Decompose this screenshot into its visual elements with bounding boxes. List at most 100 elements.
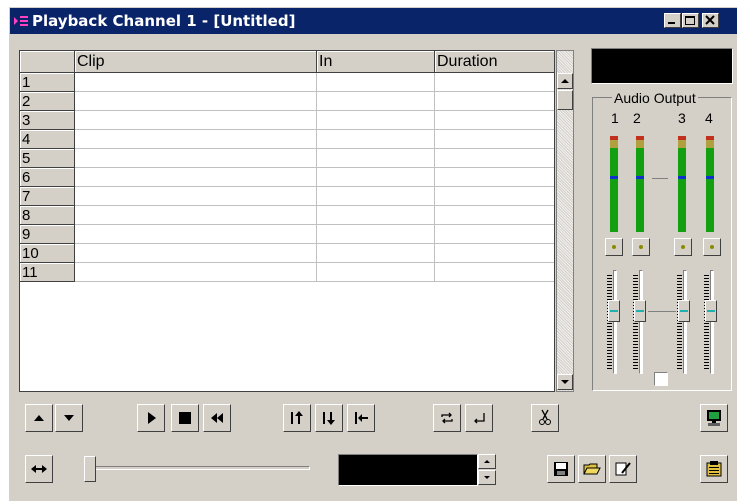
duration-cell[interactable] — [435, 206, 554, 225]
insert-after-button[interactable] — [315, 404, 343, 432]
open-button[interactable] — [578, 455, 606, 483]
clip-cell[interactable] — [75, 111, 317, 130]
clip-cell[interactable] — [75, 130, 317, 149]
duration-cell[interactable] — [435, 263, 554, 282]
duration-cell[interactable] — [435, 130, 554, 149]
clipboard-button[interactable] — [700, 455, 728, 483]
minimize-button[interactable] — [664, 13, 681, 28]
fader-scale-4 — [704, 275, 709, 370]
spin-down-icon — [484, 476, 490, 479]
row-header[interactable]: 10 — [20, 244, 75, 263]
channel-4-mute-button[interactable] — [703, 238, 721, 256]
clip-cell[interactable] — [75, 168, 317, 187]
row-header[interactable]: 2 — [20, 92, 75, 111]
duration-cell[interactable] — [435, 92, 554, 111]
clip-cell[interactable] — [75, 225, 317, 244]
in-cell[interactable] — [317, 73, 435, 92]
in-cell[interactable] — [317, 244, 435, 263]
fader-knob-1[interactable] — [608, 300, 620, 322]
column-header-in[interactable]: In — [317, 51, 435, 73]
duration-cell[interactable] — [435, 225, 554, 244]
column-header-duration[interactable]: Duration — [435, 51, 554, 73]
clip-cell[interactable] — [75, 187, 317, 206]
in-cell[interactable] — [317, 149, 435, 168]
position-slider-track[interactable] — [84, 466, 310, 470]
duration-cell[interactable] — [435, 244, 554, 263]
play-button[interactable] — [137, 404, 165, 432]
edit-button[interactable] — [609, 455, 637, 483]
stop-button[interactable] — [171, 404, 199, 432]
column-header-clip[interactable]: Clip — [75, 51, 317, 73]
in-cell[interactable] — [317, 168, 435, 187]
fader-knob-4[interactable] — [705, 300, 717, 322]
row-header[interactable]: 1 — [20, 73, 75, 92]
duration-cell[interactable] — [435, 73, 554, 92]
clip-cell[interactable] — [75, 244, 317, 263]
channel-1-mute-button[interactable] — [605, 238, 623, 256]
in-cell[interactable] — [317, 187, 435, 206]
arrow-down-icon — [561, 380, 569, 384]
fader-track-4[interactable] — [710, 270, 714, 374]
maximize-button[interactable] — [682, 13, 699, 28]
clip-cell[interactable] — [75, 92, 317, 111]
row-header[interactable]: 7 — [20, 187, 75, 206]
clip-cell[interactable] — [75, 263, 317, 282]
row-header[interactable]: 11 — [20, 263, 75, 282]
in-cell[interactable] — [317, 130, 435, 149]
grid-vertical-scrollbar[interactable] — [556, 50, 574, 392]
position-slider-thumb[interactable] — [84, 456, 96, 482]
fader-track-2[interactable] — [639, 270, 643, 374]
duration-cell[interactable] — [435, 187, 554, 206]
in-cell[interactable] — [317, 263, 435, 282]
monitor-icon — [707, 410, 721, 426]
expand-icon — [31, 465, 47, 473]
clip-list-grid[interactable]: Clip In Duration 1 2 3 4 5 6 7 8 9 10 11 — [19, 50, 555, 392]
row-header[interactable]: 4 — [20, 130, 75, 149]
channel-3-mute-button[interactable] — [674, 238, 692, 256]
timecode-spin-up[interactable] — [478, 454, 496, 469]
fader-track-3[interactable] — [683, 270, 687, 374]
row-header[interactable]: 5 — [20, 149, 75, 168]
row-header[interactable]: 9 — [20, 225, 75, 244]
fader-scale-3 — [677, 275, 682, 370]
title-bar[interactable]: Playback Channel 1 - [Untitled] — [10, 8, 737, 34]
loop-button[interactable] — [433, 404, 461, 432]
row-header[interactable]: 6 — [20, 168, 75, 187]
spin-up-icon — [484, 460, 490, 463]
move-down-button[interactable] — [55, 404, 83, 432]
duration-cell[interactable] — [435, 111, 554, 130]
move-up-button[interactable] — [25, 404, 53, 432]
channel-2-mute-button[interactable] — [632, 238, 650, 256]
in-cell[interactable] — [317, 206, 435, 225]
return-button[interactable] — [465, 404, 493, 432]
expand-width-button[interactable] — [25, 455, 53, 483]
scroll-thumb[interactable] — [557, 90, 573, 110]
row-header[interactable]: 8 — [20, 206, 75, 225]
rewind-button[interactable] — [203, 404, 231, 432]
duration-cell[interactable] — [435, 149, 554, 168]
fader-knob-2[interactable] — [634, 300, 646, 322]
row-header[interactable]: 3 — [20, 111, 75, 130]
in-cell[interactable] — [317, 225, 435, 244]
duration-cell[interactable] — [435, 168, 554, 187]
in-cell[interactable] — [317, 92, 435, 111]
clip-cell[interactable] — [75, 73, 317, 92]
go-to-start-button[interactable] — [347, 404, 375, 432]
fader-knob-3[interactable] — [678, 300, 690, 322]
move-up-icon — [34, 415, 44, 421]
insert-before-button[interactable] — [283, 404, 311, 432]
timecode-field[interactable] — [338, 454, 478, 486]
monitor-button[interactable] — [700, 404, 728, 432]
scroll-down-button[interactable] — [557, 374, 573, 390]
cut-button[interactable] — [531, 404, 559, 432]
move-down-icon — [64, 415, 74, 421]
link-channels-checkbox[interactable] — [654, 372, 668, 386]
clip-cell[interactable] — [75, 149, 317, 168]
timecode-spin-down[interactable] — [478, 470, 496, 485]
clip-cell[interactable] — [75, 206, 317, 225]
scroll-up-button[interactable] — [557, 73, 573, 89]
in-cell[interactable] — [317, 111, 435, 130]
save-button[interactable] — [547, 455, 575, 483]
fader-track-1[interactable] — [613, 270, 617, 374]
close-button[interactable] — [702, 13, 719, 28]
